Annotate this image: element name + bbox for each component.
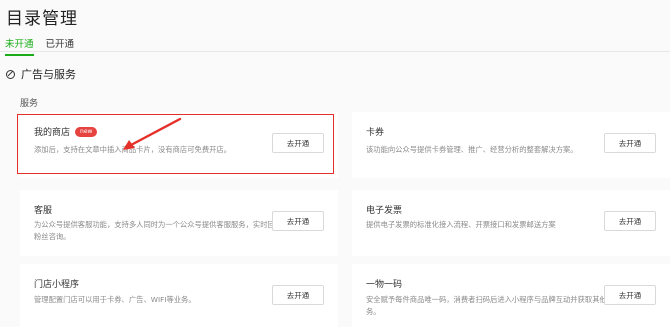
annotation-arrow-icon [123,117,182,150]
